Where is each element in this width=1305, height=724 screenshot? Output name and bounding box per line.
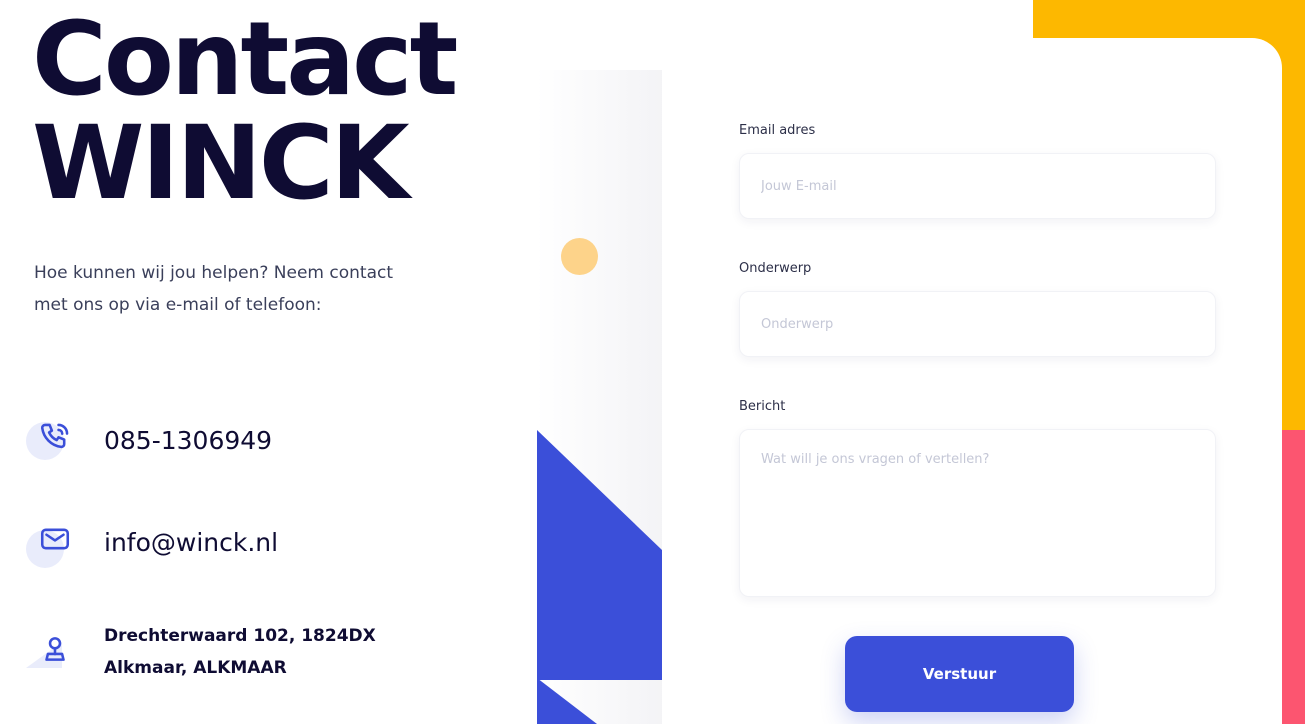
phone-contact[interactable]: 085-1306949 xyxy=(24,416,272,464)
message-field[interactable] xyxy=(739,429,1216,597)
address-icon-wrap xyxy=(24,628,84,676)
phone-icon xyxy=(40,423,69,449)
intro-line1: Hoe kunnen wij jou helpen? Neem contact xyxy=(34,263,394,283)
yellow-circle-decoration xyxy=(561,238,598,275)
subject-field-label: Onderwerp xyxy=(739,261,812,276)
phone-icon-wrap xyxy=(24,416,84,464)
phone-number[interactable]: 085-1306949 xyxy=(104,426,272,455)
map-pin-icon xyxy=(45,637,65,661)
message-field-label: Bericht xyxy=(739,399,786,414)
envelope-icon xyxy=(40,528,70,550)
email-address[interactable]: info@winck.nl xyxy=(104,528,278,557)
subject-field[interactable] xyxy=(739,291,1216,357)
email-field[interactable] xyxy=(739,153,1216,219)
address-line1: Drechterwaard 102, 1824DX xyxy=(104,626,376,646)
contact-form-card xyxy=(662,38,1282,724)
page-title: Contact WINCK xyxy=(32,0,458,223)
address-contact: Drechterwaard 102, 1824DX Alkmaar, ALKMA… xyxy=(24,620,376,684)
page-title-line2: WINCK xyxy=(32,104,410,223)
page-title-line1: Contact xyxy=(32,0,458,119)
submit-button[interactable]: Verstuur xyxy=(845,636,1074,712)
address-text: Drechterwaard 102, 1824DX Alkmaar, ALKMA… xyxy=(104,620,376,684)
intro-line2: met ons op via e-mail of telefoon: xyxy=(34,295,322,315)
email-icon-wrap xyxy=(24,518,84,568)
intro-text: Hoe kunnen wij jou helpen? Neem contact … xyxy=(34,257,454,321)
contact-page: Contact WINCK Hoe kunnen wij jou helpen?… xyxy=(0,0,1305,724)
email-contact[interactable]: info@winck.nl xyxy=(24,518,278,568)
address-line2: Alkmaar, ALKMAAR xyxy=(104,658,287,678)
email-field-label: Email adres xyxy=(739,123,816,138)
